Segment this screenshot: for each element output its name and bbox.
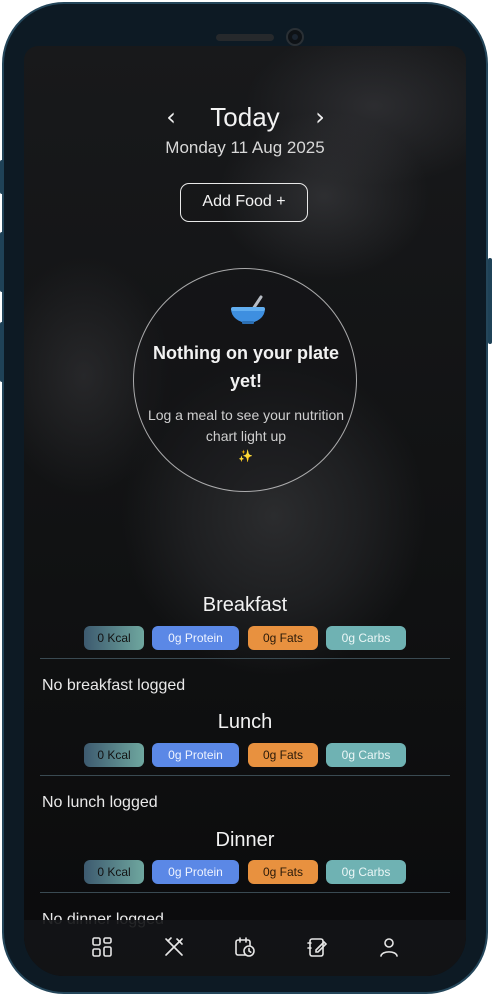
dashboard-icon[interactable]	[91, 936, 113, 958]
divider	[40, 775, 450, 776]
bottom-navigation	[24, 920, 466, 976]
page-title: Today	[210, 102, 280, 132]
add-food-button[interactable]: Add Food +	[180, 183, 308, 222]
empty-meal-lunch: No lunch logged	[42, 794, 158, 811]
kcal-badge: 0 Kcal	[84, 860, 144, 884]
front-camera	[286, 28, 304, 46]
fats-badge: 0g Fats	[248, 860, 318, 884]
empty-state-description: Log a meal to see your nutrition chart l…	[147, 407, 345, 444]
side-button-left-mid	[0, 232, 4, 292]
meal-title-breakfast: Breakfast	[202, 594, 288, 616]
kcal-badge: 0 Kcal	[84, 743, 144, 767]
meal-title-lunch: Lunch	[217, 711, 273, 733]
current-date: Monday 11 Aug 2025	[165, 138, 325, 157]
fats-badge: 0g Fats	[248, 626, 318, 650]
empty-meal-breakfast: No breakfast logged	[42, 677, 186, 694]
divider	[40, 658, 450, 659]
empty-state-card: Nothing on your plate yet! Log a meal to…	[133, 268, 357, 492]
carbs-badge: 0g Carbs	[326, 743, 406, 767]
protein-badge: 0g Protein	[152, 743, 239, 767]
bowl-icon	[228, 295, 268, 325]
side-button-left-top	[0, 160, 4, 194]
side-button-right	[488, 258, 492, 344]
empty-state-title: Nothing on your plate yet!	[153, 343, 339, 391]
sparkle-icon: ✨	[238, 449, 253, 463]
divider	[40, 892, 450, 893]
protein-badge: 0g Protein	[152, 860, 239, 884]
profile-icon[interactable]	[378, 936, 400, 958]
calendar-clock-icon[interactable]	[234, 936, 256, 958]
carbs-badge: 0g Carbs	[326, 860, 406, 884]
utensils-icon[interactable]	[163, 936, 185, 958]
speaker-grille	[216, 34, 274, 41]
side-button-left-low	[0, 322, 4, 382]
fats-badge: 0g Fats	[248, 743, 318, 767]
carbs-badge: 0g Carbs	[326, 626, 406, 650]
protein-badge: 0g Protein	[152, 626, 239, 650]
app-screen: ‹ Today › Monday 11 Aug 2025 Add Food + …	[24, 46, 466, 976]
meal-title-dinner: Dinner	[215, 829, 275, 851]
notes-icon[interactable]	[306, 936, 328, 958]
kcal-badge: 0 Kcal	[84, 626, 144, 650]
date-navigator: ‹ Today ›	[24, 98, 466, 138]
chevron-right-icon[interactable]: ›	[307, 102, 333, 132]
